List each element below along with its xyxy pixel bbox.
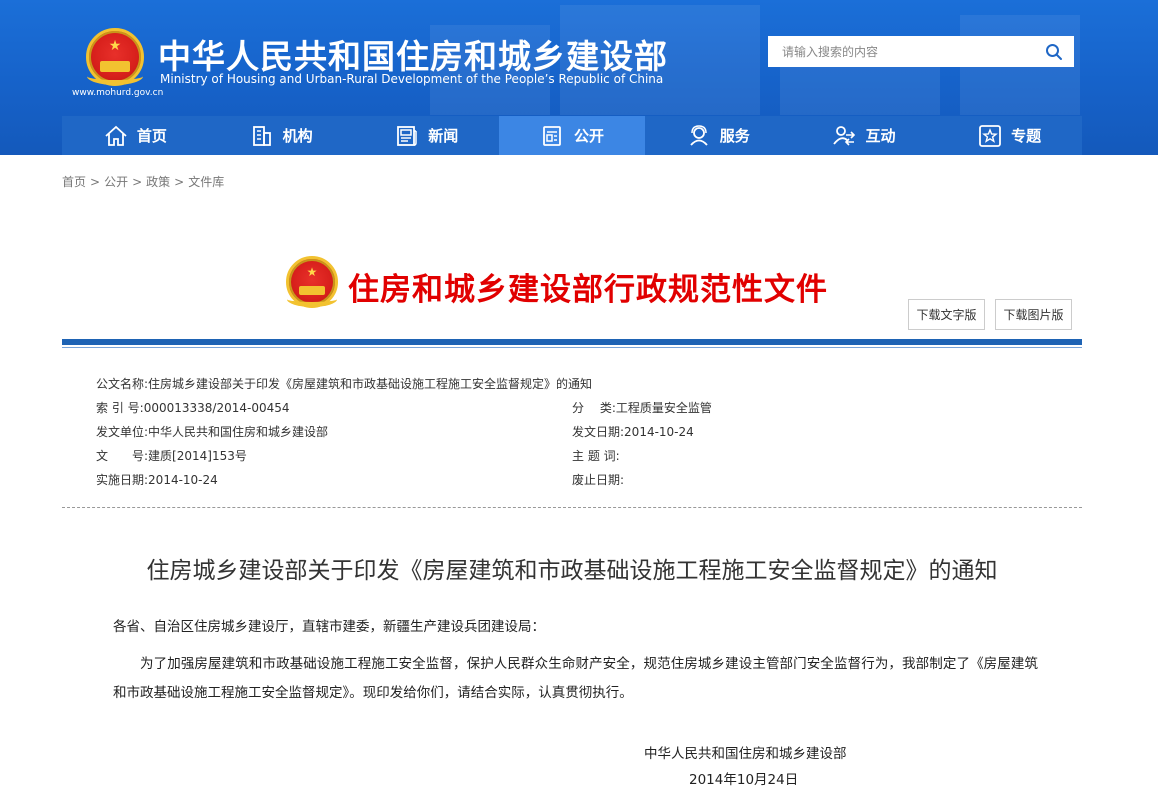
nav-item-label: 公开 bbox=[574, 127, 605, 145]
meta-effective-date: 实施日期:2014-10-24 bbox=[96, 471, 218, 488]
nav-item-interaction[interactable]: 互动 bbox=[791, 116, 937, 155]
document-title: 住房城乡建设部关于印发《房屋建筑和市政基础设施工程施工安全监督规定》的通知 bbox=[146, 558, 998, 584]
nav-item-label: 互动 bbox=[865, 127, 896, 145]
download-text-button[interactable]: 下载文字版 bbox=[908, 299, 985, 330]
national-emblem-icon: ★ bbox=[286, 256, 338, 308]
nav-item-service[interactable]: 服务 bbox=[645, 116, 791, 155]
meta-value: 000013338/2014-00454 bbox=[143, 401, 290, 415]
document-signature-date: 2014年10月24日 bbox=[689, 772, 799, 788]
breadcrumb-library[interactable]: 文件库 bbox=[188, 175, 224, 189]
meta-label: 废止日期: bbox=[572, 473, 625, 487]
document-salutation: 各省、自治区住房城乡建设厅，直辖市建委，新疆生产建设兵团建设局： bbox=[113, 619, 545, 635]
breadcrumb-policy[interactable]: 政策 bbox=[146, 175, 170, 189]
meta-issue-date: 发文日期:2014-10-24 bbox=[572, 423, 694, 440]
meta-label: 主 题 词: bbox=[572, 449, 620, 463]
meta-value: 建质[2014]153号 bbox=[148, 449, 247, 463]
service-icon bbox=[690, 124, 708, 146]
breadcrumb-separator: > bbox=[174, 175, 185, 189]
site-title[interactable]: 中华人民共和国住房和城乡建设部 bbox=[158, 30, 668, 78]
interaction-icon bbox=[833, 125, 856, 146]
breadcrumb-separator: > bbox=[132, 175, 143, 189]
meta-doc-number: 文 号:建质[2014]153号 bbox=[96, 447, 247, 464]
search-box bbox=[768, 36, 1074, 67]
document-body: 为了加强房屋建筑和市政基础设施工程施工安全监督，保护人民群众生命财产安全，规范住… bbox=[113, 656, 1038, 701]
meta-issuer: 发文单位:中华人民共和国住房和城乡建设部 bbox=[96, 423, 328, 440]
national-emblem-icon[interactable]: ★ bbox=[86, 28, 144, 86]
site-url: www.mohurd.gov.cn bbox=[72, 88, 164, 98]
meta-label: 公文名称: bbox=[96, 377, 149, 391]
site-subtitle: Ministry of Housing and Urban-Rural Deve… bbox=[160, 72, 664, 86]
divider bbox=[62, 507, 1082, 508]
meta-value: 工程质量安全监管 bbox=[615, 401, 712, 415]
meta-label: 发文日期: bbox=[572, 425, 625, 439]
breadcrumb-separator: > bbox=[90, 175, 101, 189]
meta-label: 索 引 号: bbox=[96, 401, 144, 415]
meta-value: 2014-10-24 bbox=[624, 425, 694, 439]
download-image-button[interactable]: 下载图片版 bbox=[995, 299, 1072, 330]
doc-banner-title: 住房和城乡建设部行政规范性文件 bbox=[348, 272, 828, 308]
home-icon bbox=[105, 125, 127, 146]
breadcrumb: 首页 > 公开 > 政策 > 文件库 bbox=[62, 173, 224, 190]
divider bbox=[62, 339, 1082, 345]
nav-item-news[interactable]: 新闻 bbox=[353, 116, 499, 155]
nav-item-organization[interactable]: 机构 bbox=[208, 116, 354, 155]
search-input[interactable] bbox=[768, 36, 1038, 67]
meta-category: 分 类:工程质量安全监管 bbox=[572, 399, 712, 416]
nav-item-label: 新闻 bbox=[428, 127, 459, 145]
nav-item-label: 专题 bbox=[1011, 127, 1042, 145]
nav-item-label: 服务 bbox=[719, 127, 750, 145]
meta-label: 实施日期: bbox=[96, 473, 149, 487]
meta-value: 2014-10-24 bbox=[148, 473, 218, 487]
newspaper-icon bbox=[397, 125, 418, 146]
meta-index: 索 引 号:000013338/2014-00454 bbox=[96, 399, 290, 416]
breadcrumb-home[interactable]: 首页 bbox=[62, 175, 86, 189]
meta-label: 发文单位: bbox=[96, 425, 149, 439]
building-icon bbox=[252, 125, 271, 146]
meta-label: 分 类: bbox=[572, 401, 616, 415]
meta-expire-date: 废止日期: bbox=[572, 471, 624, 488]
main-nav: 首页 机构 新闻 公开 服务 互动 专题 bbox=[62, 116, 1082, 155]
meta-value: 住房城乡建设部关于印发《房屋建筑和市政基础设施工程施工安全监督规定》的通知 bbox=[148, 377, 593, 391]
divider bbox=[62, 347, 1082, 348]
nav-item-label: 首页 bbox=[136, 127, 167, 145]
meta-label: 文 号: bbox=[96, 449, 149, 463]
document-icon bbox=[543, 125, 561, 146]
meta-doc-name: 公文名称:住房城乡建设部关于印发《房屋建筑和市政基础设施工程施工安全监督规定》的… bbox=[96, 375, 592, 392]
search-icon[interactable] bbox=[1044, 42, 1064, 62]
nav-item-home[interactable]: 首页 bbox=[62, 116, 208, 155]
nav-item-public[interactable]: 公开 bbox=[499, 116, 645, 155]
nav-item-topic[interactable]: 专题 bbox=[936, 116, 1082, 155]
document-signature-org: 中华人民共和国住房和城乡建设部 bbox=[644, 746, 847, 762]
breadcrumb-public[interactable]: 公开 bbox=[104, 175, 128, 189]
meta-value: 中华人民共和国住房和城乡建设部 bbox=[148, 425, 329, 439]
nav-item-label: 机构 bbox=[282, 127, 313, 145]
meta-subject: 主 题 词: bbox=[572, 447, 620, 464]
star-icon bbox=[979, 124, 1002, 147]
